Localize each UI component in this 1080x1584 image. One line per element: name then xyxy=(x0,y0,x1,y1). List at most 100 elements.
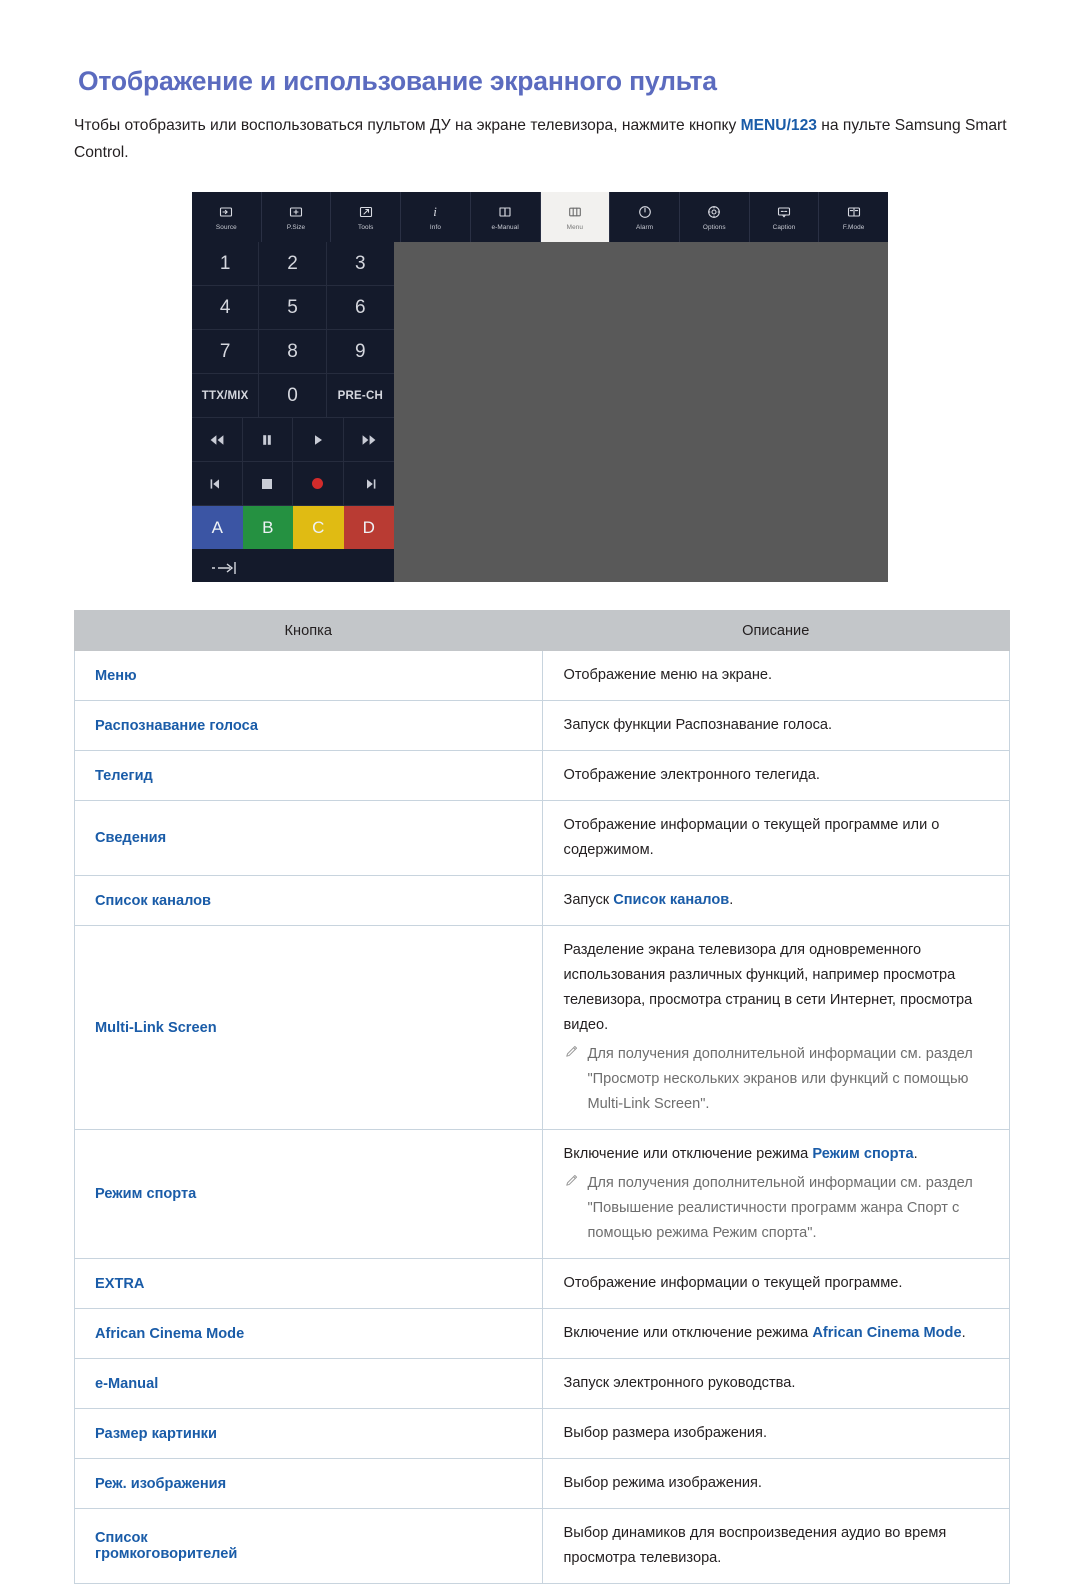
table-cell-button-name: Реж. изображения xyxy=(74,1458,543,1509)
description-plain: Запуск функции Распознавание голоса. xyxy=(563,717,833,733)
description-plain: Отображение электронного телегида. xyxy=(563,767,820,783)
table-cell-button-name: Телегид xyxy=(74,750,543,801)
keypad-key-7[interactable]: 7 xyxy=(192,330,260,374)
record-icon[interactable] xyxy=(293,462,344,506)
f-mode-icon xyxy=(846,204,862,221)
play-icon[interactable] xyxy=(293,418,344,462)
color-button-c[interactable]: C xyxy=(293,506,344,549)
table-row: Multi-Link Screen Разделение экрана телев… xyxy=(74,925,1010,1130)
description-plain: Выбор размера изображения. xyxy=(563,1425,768,1441)
keypad-key-1[interactable]: 1 xyxy=(192,242,260,286)
exit-button xyxy=(192,549,394,591)
remote-toolbar-caption[interactable]: Caption xyxy=(750,192,820,242)
table-row: Реж. изображения Выбор режима изображения… xyxy=(74,1458,1010,1509)
color-button-b[interactable]: B xyxy=(242,506,293,549)
note-text: Для получения дополнительной информации … xyxy=(587,1175,973,1241)
table-cell-description: Выбор размера изображения. xyxy=(541,1408,1010,1459)
keypad-key-5[interactable]: 5 xyxy=(259,286,327,330)
description-note: Для получения дополнительной информации … xyxy=(564,1171,994,1246)
description-plain: Запуск электронного руководства. xyxy=(563,1375,796,1391)
remote-toolbar-label: P.Size xyxy=(286,223,306,231)
remote-toolbar-source[interactable]: Source xyxy=(192,192,262,242)
remote-toolbar-label: F.Mode xyxy=(842,223,865,231)
description-plain: Разделение экрана телевизора для одновре… xyxy=(563,942,973,1033)
description-text: Выбор режима изображения. xyxy=(564,1471,994,1496)
table-cell-button-name: Multi-Link Screen xyxy=(74,925,543,1130)
table-cell-button-name: EXTRA xyxy=(74,1258,543,1309)
table-row: Список каналов Запуск Список каналов. xyxy=(74,875,1010,926)
stop-icon xyxy=(262,478,273,489)
table-row: African Cinema Mode Включение или отключе… xyxy=(74,1308,1010,1359)
note-text: Для получения дополнительной информации … xyxy=(587,1046,973,1112)
table-cell-button-name: Сведения xyxy=(74,800,543,876)
menu-icon xyxy=(567,204,583,221)
keypad-key-0[interactable]: 0 xyxy=(259,374,327,418)
description-text: Запуск электронного руководства. xyxy=(564,1371,994,1396)
keypad-key-ttx-mix[interactable]: TTX/MIX xyxy=(192,374,260,418)
table-body: Меню Отображение меню на экране. Распознав… xyxy=(74,650,1010,1584)
previous-track-icon[interactable] xyxy=(192,462,243,506)
pencil-note-icon xyxy=(564,1044,580,1060)
fast-forward-icon[interactable] xyxy=(343,418,394,462)
keypad-key-6[interactable]: 6 xyxy=(326,286,394,330)
description-text: Включение или отключение режима African … xyxy=(564,1321,994,1346)
remote-toolbar-label: Menu xyxy=(566,223,584,231)
remote-toolbar-alarm[interactable]: Alarm xyxy=(610,192,680,242)
pencil-note-icon xyxy=(564,1173,580,1189)
keypad-key-4[interactable]: 4 xyxy=(192,286,260,330)
color-button-a[interactable]: A xyxy=(192,506,243,549)
remote-toolbar: Source P.Size Tools i Info e-Manual Menu Alarm O… xyxy=(192,192,888,242)
description-plain: Отображение информации о текущей програм… xyxy=(563,817,940,858)
description-text: Выбор размера изображения. xyxy=(564,1421,994,1446)
rewind-icon[interactable] xyxy=(192,418,243,462)
table-cell-description: Включение или отключение режима Режим сп… xyxy=(541,1129,1010,1259)
table-row: Распознавание голоса Запуск функции Распо… xyxy=(74,700,1010,751)
table-cell-description: Отображение информации о текущей програм… xyxy=(541,1258,1010,1309)
remote-toolbar-menu[interactable]: Menu xyxy=(540,192,611,242)
remote-toolbar-label: Info xyxy=(429,223,441,231)
keypad-key-2[interactable]: 2 xyxy=(259,242,327,286)
description-text: Разделение экрана телевизора для одновре… xyxy=(564,938,994,1038)
remote-toolbar-tools[interactable]: Tools xyxy=(331,192,402,242)
svg-text:i: i xyxy=(434,204,438,219)
description-plain: . xyxy=(961,1325,966,1341)
table-cell-description: Разделение экрана телевизора для одновре… xyxy=(541,925,1010,1130)
stop-icon[interactable] xyxy=(242,462,293,506)
remote-toolbar-e-manual[interactable]: e-Manual xyxy=(471,192,541,242)
description-plain: . xyxy=(729,892,734,908)
remote-toolbar-p-size[interactable]: P.Size xyxy=(262,192,332,242)
button-description-table: Кнопка Описание Меню Отображение меню на … xyxy=(74,610,1010,1584)
description-text: Отображение электронного телегида. xyxy=(564,763,994,788)
remote-toolbar-label: Source xyxy=(215,223,237,231)
keypad-key-pre-ch[interactable]: PRE-CH xyxy=(326,374,394,418)
table-cell-description: Запуск электронного руководства. xyxy=(541,1358,1010,1409)
keypad-key-9[interactable]: 9 xyxy=(326,330,394,374)
next-track-icon[interactable] xyxy=(343,462,394,506)
table-header-row: Кнопка Описание xyxy=(74,610,1010,651)
table-row: Телегид Отображение электронного телегида… xyxy=(74,750,1010,801)
table-cell-description: Запуск Список каналов. xyxy=(541,875,1010,926)
remote-toolbar-options[interactable]: Options xyxy=(680,192,750,242)
description-plain: Выбор динамиков для воспроизведения ауди… xyxy=(563,1525,947,1566)
manual-page: Отображение и использование экранного пу… xyxy=(0,0,1080,1584)
table-row: Сведения Отображение информации о текущей… xyxy=(74,800,1010,876)
remote-toolbar-info[interactable]: i Info xyxy=(401,192,471,242)
table-row: e-Manual Запуск электронного руководства. xyxy=(74,1358,1010,1409)
intro-text-before: Чтобы отобразить или воспользоваться пул… xyxy=(74,117,741,134)
description-plain: Включение или отключение режима xyxy=(563,1146,813,1162)
intro-paragraph: Чтобы отобразить или воспользоваться пул… xyxy=(74,112,1014,166)
description-text: Выбор динамиков для воспроизведения ауди… xyxy=(564,1521,994,1571)
table-cell-button-name: Режим спорта xyxy=(74,1129,543,1259)
description-plain: Отображение меню на экране. xyxy=(563,667,773,683)
on-screen-remote-image: Source P.Size Tools i Info e-Manual Menu Alarm O… xyxy=(192,192,888,582)
remote-toolbar-f-mode[interactable]: F.Mode xyxy=(819,192,888,242)
intro-highlight-menu123: MENU/123 xyxy=(740,117,817,134)
keypad-key-8[interactable]: 8 xyxy=(259,330,327,374)
record-icon xyxy=(312,478,324,489)
keypad-key-3[interactable]: 3 xyxy=(326,242,394,286)
table-cell-description: Отображение электронного телегида. xyxy=(541,750,1010,801)
source-icon xyxy=(218,204,234,221)
pause-icon[interactable] xyxy=(242,418,293,462)
color-button-d[interactable]: D xyxy=(343,506,394,549)
color-buttons-row: ABCD xyxy=(192,506,394,549)
